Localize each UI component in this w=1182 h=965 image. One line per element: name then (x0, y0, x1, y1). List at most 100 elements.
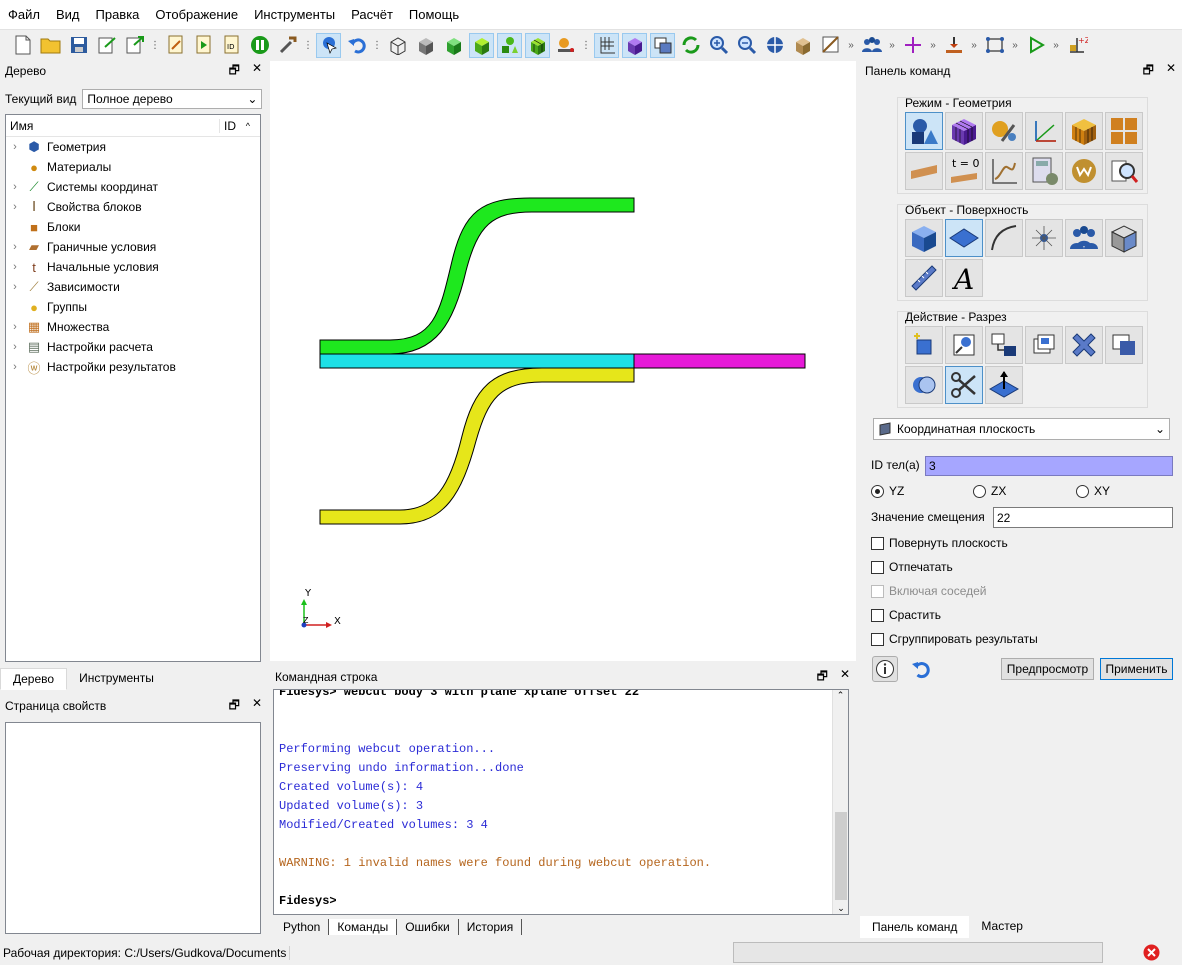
undo-icon[interactable] (344, 33, 369, 58)
scroll-up-icon[interactable]: ⌃ (833, 690, 848, 701)
surface-button[interactable] (945, 219, 983, 257)
download-icon[interactable] (941, 33, 966, 58)
geometry-mode-button[interactable] (905, 112, 943, 150)
error-stop-icon[interactable] (1143, 944, 1160, 961)
imprint-button[interactable] (1105, 326, 1143, 364)
pause-icon[interactable] (247, 33, 272, 58)
blue-people-icon[interactable] (859, 33, 884, 58)
close-icon[interactable]: ✕ (840, 667, 850, 688)
tree-item[interactable]: › ⟋ Системы координат (6, 177, 260, 197)
menu-help[interactable]: Помощь (401, 7, 467, 22)
body-button[interactable] (1105, 219, 1143, 257)
new-file-icon[interactable] (10, 33, 35, 58)
vertex-button[interactable] (1025, 219, 1063, 257)
toolbar-overflow[interactable]: » (969, 40, 979, 51)
rotate-plane-box[interactable] (871, 536, 884, 550)
purple-cube-icon[interactable] (622, 32, 647, 58)
dependencies-mode-button[interactable] (985, 152, 1023, 190)
rotate-plane-checkbox[interactable]: Повернуть плоскость (871, 536, 1008, 550)
overlay-icon[interactable] (650, 32, 675, 58)
ruler-icon[interactable] (818, 33, 843, 58)
text-obj-button[interactable]: A (945, 259, 983, 297)
tab-tree[interactable]: Дерево (0, 668, 68, 690)
radio-yz[interactable]: YZ (871, 484, 904, 498)
3d-viewport[interactable]: Y X Z (270, 61, 856, 661)
export-icon[interactable] (94, 33, 119, 58)
scroll-thumb[interactable] (835, 812, 847, 900)
radio-zx-dot[interactable] (973, 484, 986, 498)
merge-box[interactable] (871, 608, 884, 622)
menu-display[interactable]: Отображение (147, 7, 246, 22)
viewport-canvas[interactable]: Y X Z (270, 61, 856, 661)
tree-item[interactable]: › ▦ Множества (6, 317, 260, 337)
tab-tools[interactable]: Инструменты (67, 668, 166, 690)
float-icon[interactable]: 🗗 (229, 696, 240, 717)
reset-button[interactable] (910, 658, 932, 683)
results-mode-button[interactable] (1065, 152, 1103, 190)
tab-commands[interactable]: Команды (329, 919, 398, 935)
imprint-checkbox[interactable]: Отпечатать (871, 560, 953, 574)
bc-mode-button[interactable] (905, 152, 943, 190)
curve-button[interactable] (985, 219, 1023, 257)
toolbar-overflow[interactable]: » (846, 40, 856, 51)
zoom-in-icon[interactable] (706, 33, 731, 58)
imprint-box[interactable] (871, 560, 884, 574)
green-shapes-icon[interactable] (497, 32, 522, 58)
expand-arrow-icon[interactable]: › (6, 361, 24, 373)
tree-col-name[interactable]: Имя (6, 118, 220, 133)
tree-item[interactable]: › ⟋ Зависимости (6, 277, 260, 297)
menu-tools[interactable]: Инструменты (246, 7, 343, 22)
plus-cross-icon[interactable] (900, 33, 925, 58)
command-scrollbar[interactable]: ⌃ ⌄ (832, 690, 848, 914)
refresh-icon[interactable] (678, 33, 703, 58)
webcut-button[interactable] (945, 366, 983, 404)
id-icon[interactable]: ID (219, 33, 244, 58)
transform-button[interactable] (985, 326, 1023, 364)
mesh-cube-icon[interactable] (525, 32, 550, 58)
edit-journal-icon[interactable] (163, 33, 188, 58)
sets-mode-button[interactable] (1105, 112, 1143, 150)
command-output[interactable]: Fidesys> webcut body 3 with plane xplane… (273, 689, 849, 915)
offset-input[interactable] (993, 507, 1173, 528)
modify-button[interactable] (945, 326, 983, 364)
properties-content[interactable] (5, 722, 261, 934)
expand-arrow-icon[interactable]: › (6, 321, 24, 333)
boolean-button[interactable] (905, 366, 943, 404)
wireframe-box-icon[interactable] (385, 33, 410, 58)
volume-button[interactable] (905, 219, 943, 257)
z-axis-icon[interactable]: +Z (1064, 33, 1089, 58)
toolbar-overflow[interactable]: » (887, 40, 897, 51)
plane-cut-button[interactable] (985, 366, 1023, 404)
float-icon[interactable]: 🗗 (229, 61, 240, 82)
merge-checkbox[interactable]: Срастить (871, 608, 941, 622)
tree-item[interactable]: › ⬢ Геометрия (6, 137, 260, 157)
tools-icon[interactable] (275, 33, 300, 58)
toolbar-overflow[interactable]: » (1010, 40, 1020, 51)
menu-edit[interactable]: Правка (88, 7, 148, 22)
menu-calc[interactable]: Расчёт (343, 7, 401, 22)
calc-mode-button[interactable] (1025, 152, 1063, 190)
blocks-mode-button[interactable] (1065, 112, 1103, 150)
scroll-down-icon[interactable]: ⌄ (833, 903, 849, 914)
radio-xy-dot[interactable] (1076, 484, 1089, 498)
ruler-obj-button[interactable] (905, 259, 943, 297)
close-icon[interactable]: ✕ (252, 61, 262, 82)
body-id-input[interactable] (925, 456, 1173, 476)
apply-button[interactable]: Применить (1100, 658, 1173, 680)
tree-view[interactable]: Имя ID ^ › ⬢ Геометрия ● Материалы › ⟋ Системы … (5, 114, 261, 662)
import-icon[interactable] (122, 33, 147, 58)
info-button[interactable] (872, 656, 898, 682)
group-button[interactable] (1065, 219, 1103, 257)
rect-points-icon[interactable] (982, 33, 1007, 58)
tab-master[interactable]: Мастер (969, 916, 1035, 938)
tab-history[interactable]: История (459, 919, 523, 935)
analysis-mode-button[interactable] (1105, 152, 1143, 190)
green-cube-icon[interactable] (469, 32, 494, 58)
select-icon[interactable] (316, 32, 341, 58)
float-icon[interactable]: 🗗 (1143, 61, 1154, 82)
fit-view-icon[interactable] (762, 33, 787, 58)
tree-item[interactable]: › t Начальные условия (6, 257, 260, 277)
preview-button[interactable]: Предпросмотр (1001, 658, 1094, 680)
expand-arrow-icon[interactable]: › (6, 261, 24, 273)
save-icon[interactable] (66, 33, 91, 58)
